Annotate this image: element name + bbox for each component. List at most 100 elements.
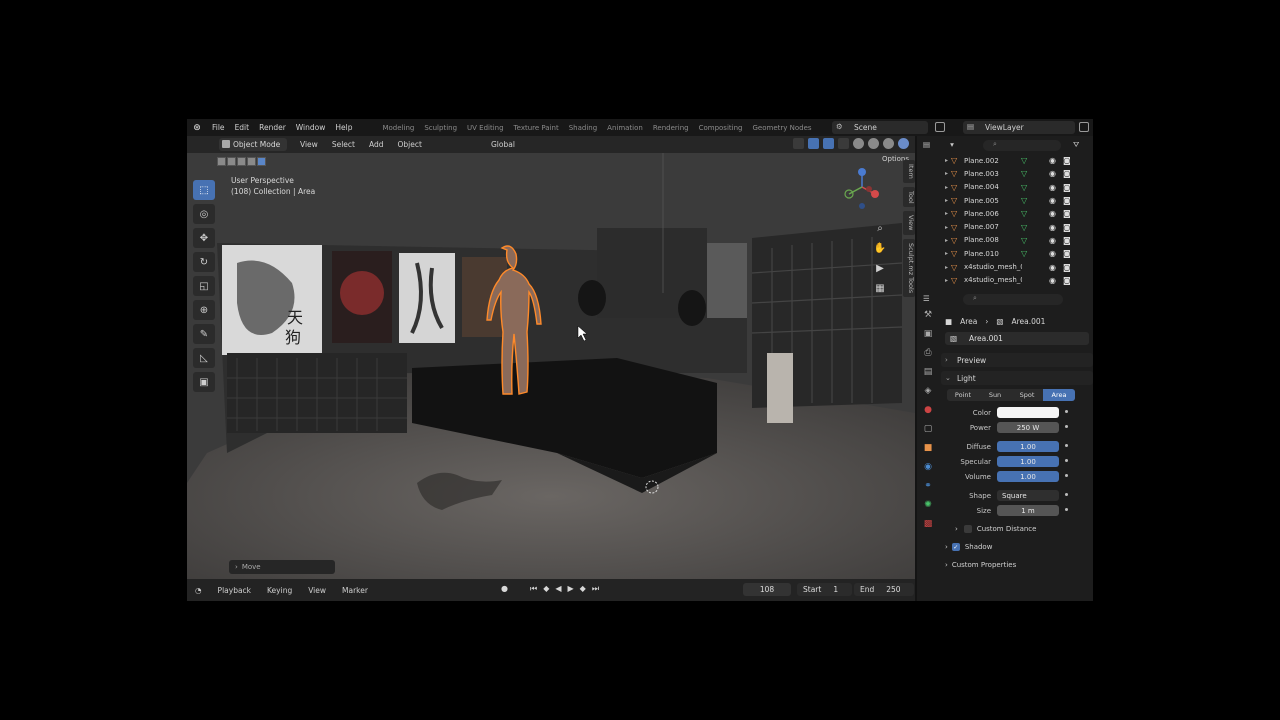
ortho-grid-icon[interactable]: ▦ <box>873 281 887 295</box>
expand-arrow-icon[interactable]: ▸ <box>941 237 951 244</box>
pan-hand-icon[interactable]: ✋ <box>873 241 887 255</box>
viewport-menu-view[interactable]: View <box>293 140 325 149</box>
start-frame-field[interactable]: Start 1 <box>797 583 852 596</box>
expand-arrow-icon[interactable]: ▸ <box>941 277 951 284</box>
tab-sculpting[interactable]: Sculpting <box>419 124 462 132</box>
outliner-row[interactable]: ▸ ▽ Plane.004 ▽ ◉ ◙ <box>923 181 1089 194</box>
eye-icon[interactable]: ◉ <box>1049 183 1056 192</box>
physics-icon[interactable]: ◉ <box>921 460 935 474</box>
expand-arrow-icon[interactable]: ▸ <box>941 250 951 257</box>
light-data-icon[interactable]: ✺ <box>921 498 935 512</box>
select-intersect-icon[interactable] <box>257 157 266 166</box>
outliner-search-input[interactable]: ⌕ <box>983 140 1061 151</box>
outliner-row[interactable]: ▸ ▽ Plane.010 ▽ ◉ ◙ <box>923 247 1089 260</box>
custom-properties-section[interactable]: › Custom Properties <box>941 558 1093 572</box>
camera-icon[interactable]: ◙ <box>1063 276 1071 285</box>
camera-icon[interactable]: ◙ <box>1063 223 1071 232</box>
play-reverse-icon[interactable]: ◀ <box>555 584 561 594</box>
expand-arrow-icon[interactable]: ▸ <box>941 170 951 177</box>
move-tool-icon[interactable]: ✥ <box>193 228 215 248</box>
tab-animation[interactable]: Animation <box>602 124 648 132</box>
power-field[interactable]: 250 W <box>997 422 1059 433</box>
light-type-spot[interactable]: Spot <box>1011 389 1043 401</box>
timeline-editor-icon[interactable]: ◔ <box>187 586 210 595</box>
eye-icon[interactable]: ◉ <box>1049 169 1056 178</box>
diffuse-slider[interactable]: 1.00 <box>997 441 1059 452</box>
eye-icon[interactable]: ◉ <box>1049 196 1056 205</box>
add-cube-tool-icon[interactable]: ▣ <box>193 372 215 392</box>
camera-icon[interactable]: ◙ <box>1063 236 1071 245</box>
view-layer-selector[interactable]: ▤ ViewLayer <box>963 121 1075 134</box>
light-type-sun[interactable]: Sun <box>979 389 1011 401</box>
expand-arrow-icon[interactable]: ▸ <box>941 264 951 271</box>
solid-shading-icon[interactable] <box>868 138 879 149</box>
volume-slider[interactable]: 1.00 <box>997 471 1059 482</box>
shadow-checkbox[interactable]: ✓ <box>951 543 960 551</box>
outliner-row[interactable]: ▸ ▽ Plane.002 ▽ ◉ ◙ <box>923 154 1089 167</box>
select-box-tool-icon[interactable]: ⬚ <box>193 180 215 200</box>
expand-arrow-icon[interactable]: ▸ <box>941 157 951 164</box>
keyframe-dot-icon[interactable] <box>1065 425 1068 428</box>
filter-icon[interactable]: ⛛ <box>1073 140 1079 150</box>
display-mode-icon[interactable]: ▾ <box>950 140 954 149</box>
outliner-row[interactable]: ▸ ▽ Plane.003 ▽ ◉ ◙ <box>923 167 1089 180</box>
outliner-editor-icon[interactable]: ▤ <box>923 140 930 149</box>
tab-uv-editing[interactable]: UV Editing <box>462 124 509 132</box>
viewport-menu-add[interactable]: Add <box>362 140 391 149</box>
last-operation-panel[interactable]: › Move <box>229 560 335 574</box>
camera-icon[interactable]: ◙ <box>1063 263 1071 272</box>
3d-viewport[interactable]: 天 狗 Options User Perspective (108) Colle… <box>187 153 915 579</box>
outliner-row[interactable]: ▸▽ x4studio_mesh_0.0 ◉ ◙ <box>923 274 1089 287</box>
light-type-point[interactable]: Point <box>947 389 979 401</box>
end-frame-field[interactable]: End 250 <box>854 583 914 596</box>
jump-start-icon[interactable]: ⏮ <box>530 584 537 594</box>
output-settings-icon[interactable]: ⎙ <box>921 346 935 360</box>
eye-icon[interactable]: ◉ <box>1049 223 1056 232</box>
size-field[interactable]: 1 m <box>997 505 1059 516</box>
menu-render[interactable]: Render <box>254 123 291 132</box>
texture-icon[interactable]: ▩ <box>921 517 935 531</box>
eye-icon[interactable]: ◉ <box>1049 276 1056 285</box>
tab-tool[interactable]: Tool <box>903 186 915 208</box>
scene-selector[interactable]: ⚙ Scene <box>832 121 928 134</box>
cursor-tool-icon[interactable]: ◎ <box>193 204 215 224</box>
navigation-gizmo[interactable] <box>839 164 885 210</box>
camera-view-icon[interactable]: ▶ <box>873 261 887 275</box>
properties-editor-icon[interactable]: ☰ <box>923 294 930 303</box>
light-section[interactable]: ⌄ Light <box>941 371 1093 385</box>
tab-view[interactable]: View <box>903 211 915 235</box>
select-subtract-icon[interactable] <box>237 157 246 166</box>
tab-sculpt-tools[interactable]: Sculpt.mz Tools <box>903 238 915 298</box>
menu-file[interactable]: File <box>207 123 230 132</box>
camera-icon[interactable]: ◙ <box>1063 169 1071 178</box>
tab-shading[interactable]: Shading <box>564 124 602 132</box>
expand-arrow-icon[interactable]: ▸ <box>941 184 951 191</box>
gizmo-toggle-icon[interactable] <box>808 138 819 149</box>
tab-rendering[interactable]: Rendering <box>648 124 694 132</box>
annotate-tool-icon[interactable]: ✎ <box>193 324 215 344</box>
select-extend-icon[interactable] <box>227 157 236 166</box>
jump-end-icon[interactable]: ⏭ <box>592 584 599 594</box>
camera-icon[interactable]: ◙ <box>1063 196 1071 205</box>
select-new-icon[interactable] <box>217 157 226 166</box>
timeline-menu-keying[interactable]: Keying <box>259 586 300 595</box>
custom-distance-checkbox[interactable] <box>963 525 972 533</box>
shape-dropdown[interactable]: Square <box>997 490 1059 501</box>
properties-search-input[interactable]: ⌕ <box>963 294 1063 305</box>
mode-dropdown[interactable]: Object Mode <box>219 138 287 151</box>
transform-tool-icon[interactable]: ⊕ <box>193 300 215 320</box>
tab-item[interactable]: Item <box>903 160 915 183</box>
camera-icon[interactable]: ◙ <box>1063 249 1071 258</box>
outliner-row[interactable]: ▸ ▽ Plane.008 ▽ ◉ ◙ <box>923 234 1089 247</box>
camera-icon[interactable]: ◙ <box>1063 209 1071 218</box>
new-scene-icon[interactable] <box>935 122 945 132</box>
current-frame-field[interactable]: 108 <box>743 583 791 596</box>
constraints-icon[interactable]: ⚭ <box>921 479 935 493</box>
light-data-name-field[interactable]: ▧ Area.001 <box>945 332 1089 345</box>
menu-edit[interactable]: Edit <box>230 123 255 132</box>
collection-icon[interactable]: ▢ <box>921 422 935 436</box>
tool-settings-icon[interactable]: ⚒ <box>921 308 935 322</box>
shadow-section[interactable]: › ✓ Shadow <box>941 540 1093 554</box>
eye-icon[interactable]: ◉ <box>1049 249 1056 258</box>
camera-icon[interactable]: ◙ <box>1063 156 1071 165</box>
